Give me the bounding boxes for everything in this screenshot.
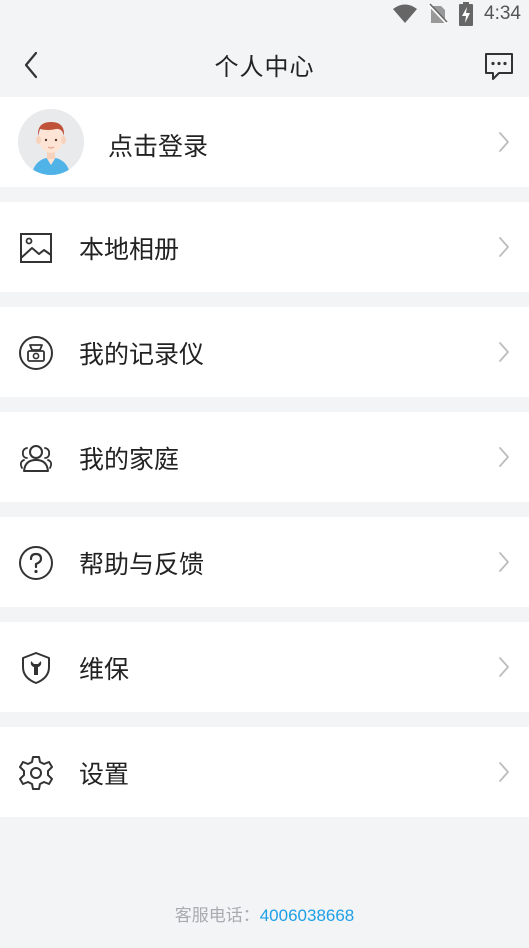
menu-item-help-feedback[interactable]: 帮助与反馈 <box>0 517 529 607</box>
back-icon[interactable] <box>18 50 46 80</box>
wifi-icon <box>393 4 418 23</box>
avatar-icon <box>18 109 84 175</box>
chevron-right-icon <box>499 762 509 782</box>
image-icon <box>20 233 52 263</box>
chevron-right-icon <box>499 447 509 467</box>
maintenance-shield-icon <box>22 652 50 684</box>
nav-bar: 个人中心 <box>0 32 529 96</box>
dashcam-icon <box>19 336 53 370</box>
customer-service-hotline: 客服电话：4006038668 <box>0 901 529 926</box>
login-row[interactable]: 点击登录 <box>0 97 529 187</box>
menu-item-label: 设置 <box>79 760 130 789</box>
menu-item-my-family[interactable]: 我的家庭 <box>0 412 529 502</box>
menu-item-label: 帮助与反馈 <box>79 550 205 579</box>
menu-item-local-album[interactable]: 本地相册 <box>0 202 529 292</box>
status-time: 4:34 <box>484 3 521 24</box>
menu-item-label: 我的家庭 <box>79 445 180 474</box>
avatar[interactable] <box>18 109 84 175</box>
login-label: 点击登录 <box>108 132 209 161</box>
chevron-right-icon <box>499 342 509 362</box>
chevron-right-icon <box>499 237 509 257</box>
menu-item-label: 本地相册 <box>79 235 180 264</box>
menu-item-label: 维保 <box>79 655 130 684</box>
no-sim-icon <box>428 3 448 25</box>
chevron-right-icon <box>499 552 509 572</box>
family-icon <box>19 445 53 472</box>
hotline-label: 客服电话： <box>174 906 260 925</box>
menu-item-label: 我的记录仪 <box>79 340 205 369</box>
gear-icon <box>19 756 53 790</box>
menu-item-maintenance[interactable]: 维保 <box>0 622 529 712</box>
chevron-right-icon <box>499 657 509 677</box>
menu-item-settings[interactable]: 设置 <box>0 727 529 817</box>
battery-charging-icon <box>459 2 474 26</box>
help-icon <box>19 546 53 580</box>
message-icon[interactable] <box>483 50 515 82</box>
hotline-phone-link[interactable]: 4006038668 <box>260 906 355 925</box>
status-bar: 4:34 <box>0 0 529 28</box>
menu-item-my-dashcam[interactable]: 我的记录仪 <box>0 307 529 397</box>
page-title: 个人中心 <box>214 52 315 81</box>
chevron-right-icon <box>499 132 509 152</box>
